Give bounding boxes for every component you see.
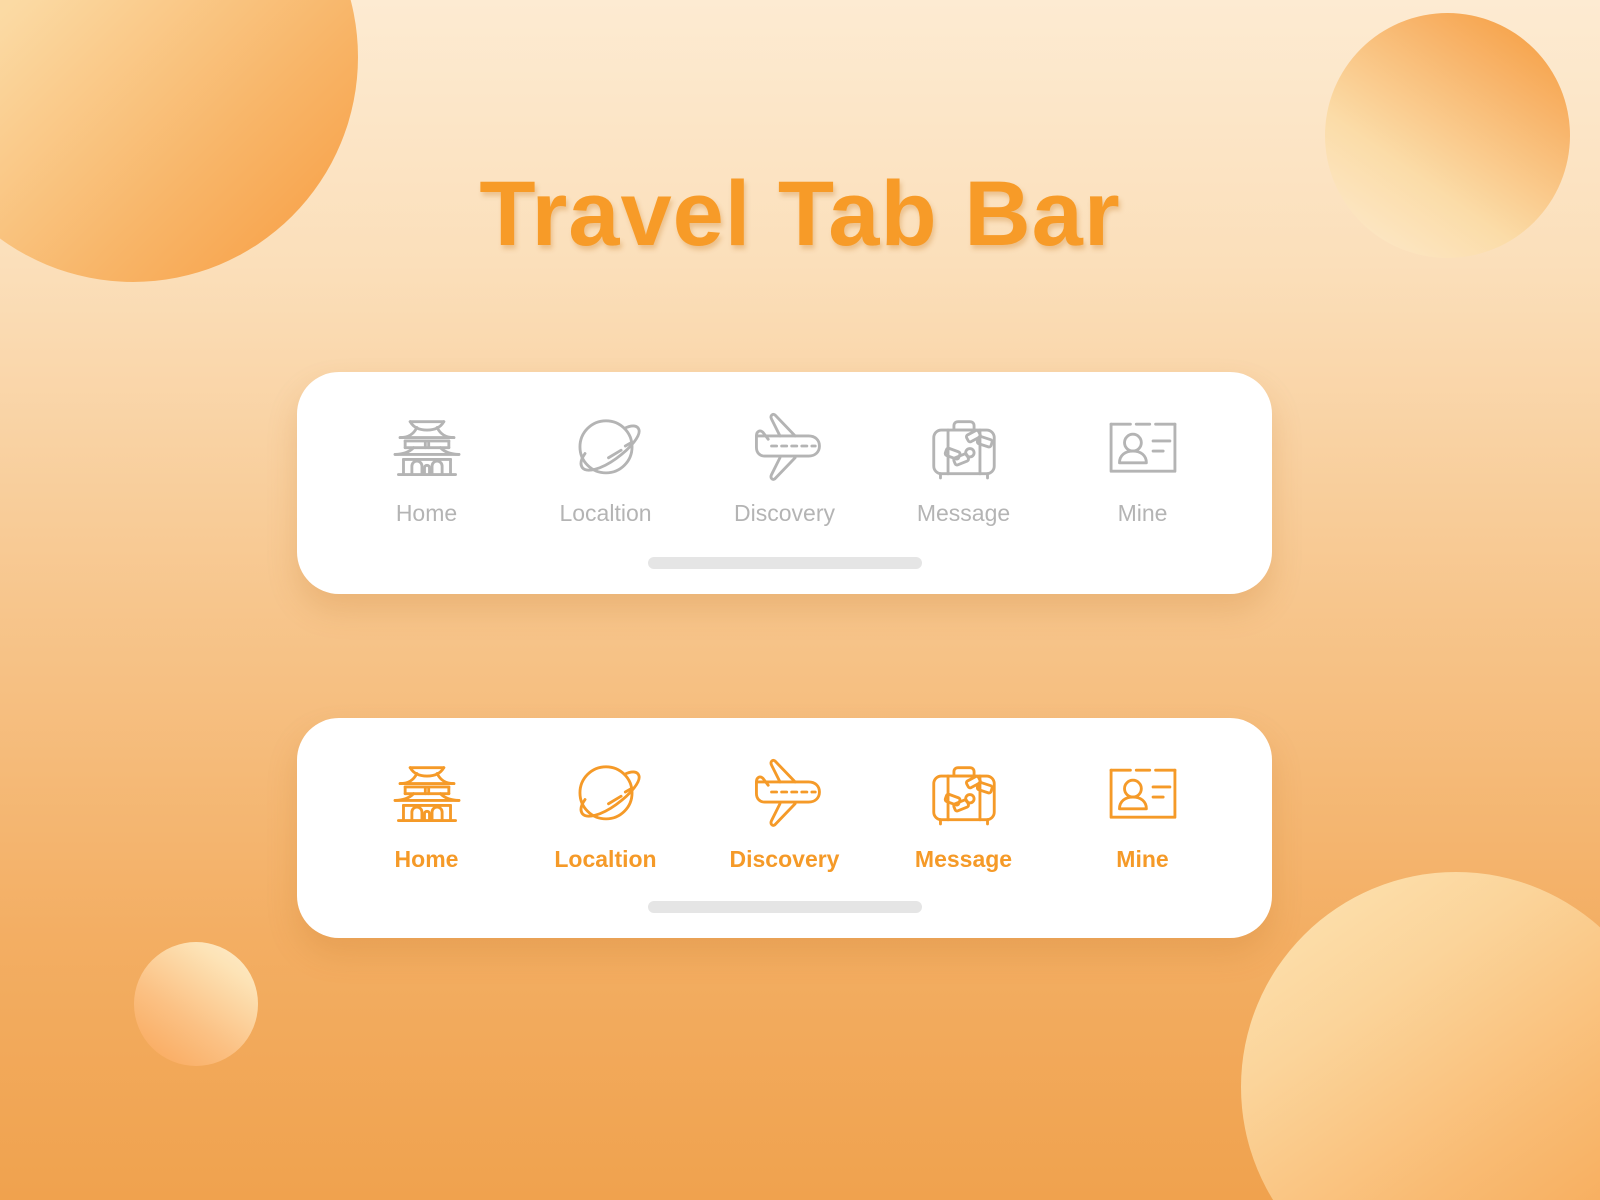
tab-label: Home: [394, 846, 459, 872]
tab-label: Mine: [1116, 846, 1169, 872]
tab-label: Discovery: [734, 500, 835, 526]
id-card-icon: [1095, 398, 1191, 494]
home-indicator[interactable]: [647, 557, 922, 569]
tab-localtion-active[interactable]: Localtion: [516, 744, 695, 871]
airplane-icon: [737, 744, 833, 840]
page-title: Travel Tab Bar: [479, 163, 1121, 265]
inactive-tab-list: Home Localtion Discovery Message Mine: [297, 372, 1272, 525]
home-indicator[interactable]: [647, 901, 922, 913]
tab-home-inactive[interactable]: Home: [337, 398, 516, 525]
tab-message-active[interactable]: Message: [874, 744, 1053, 871]
planet-icon: [558, 744, 654, 840]
circle-bottom-left-decoration: [134, 942, 258, 1066]
suitcase-icon: [916, 398, 1012, 494]
circle-bottom-right-decoration: [1241, 872, 1600, 1200]
inactive-tab-bar: Home Localtion Discovery Message Mine: [297, 372, 1272, 594]
app-canvas: Travel Tab Bar Home Localtion Discovery …: [0, 0, 1600, 1200]
tab-label: Home: [395, 500, 458, 526]
id-card-icon: [1095, 744, 1191, 840]
suitcase-icon: [916, 744, 1012, 840]
tab-label: Mine: [1117, 500, 1168, 526]
active-tab-list: Home Localtion Discovery Message Mine: [297, 718, 1272, 871]
tab-message-inactive[interactable]: Message: [874, 398, 1053, 525]
tab-mine-inactive[interactable]: Mine: [1053, 398, 1232, 525]
active-tab-bar: Home Localtion Discovery Message Mine: [297, 718, 1272, 938]
tab-label: Localtion: [554, 846, 657, 872]
tab-home-active[interactable]: Home: [337, 744, 516, 871]
planet-icon: [558, 398, 654, 494]
tab-label: Message: [916, 500, 1011, 526]
tab-label: Message: [914, 846, 1013, 872]
tab-discovery-active[interactable]: Discovery: [695, 744, 874, 871]
tab-discovery-inactive[interactable]: Discovery: [695, 398, 874, 525]
airplane-icon: [737, 398, 833, 494]
tab-label: Discovery: [729, 846, 840, 872]
tab-mine-active[interactable]: Mine: [1053, 744, 1232, 871]
temple-icon: [379, 398, 475, 494]
tab-localtion-inactive[interactable]: Localtion: [516, 398, 695, 525]
temple-icon: [379, 744, 475, 840]
tab-label: Localtion: [559, 500, 652, 526]
